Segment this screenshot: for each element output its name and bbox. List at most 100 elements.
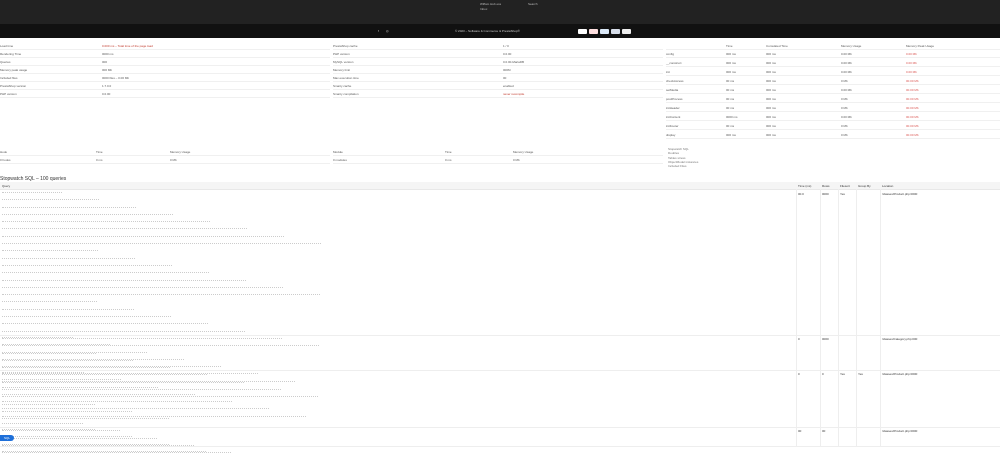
- stat-label: PrestaShop cache: [333, 44, 358, 48]
- query-sql-line: [2, 379, 121, 384]
- mastercard-icon: [589, 29, 598, 34]
- stat-value: never recompile: [503, 92, 525, 96]
- header-right-text[interactable]: Search: [528, 2, 538, 6]
- facebook-icon[interactable]: f: [378, 29, 379, 33]
- top-bar: Wiffam Hub ess Inbox Search: [0, 0, 1000, 24]
- header-line-2[interactable]: Inbox: [480, 7, 487, 11]
- timing-row: initHeader 00 ms 000 ms 0 Mb 00.00 Mb: [666, 104, 1000, 112]
- query-sql-line: [2, 228, 247, 233]
- timing-cell: 0.00 Mb: [841, 115, 852, 119]
- query-sql-line: [2, 301, 97, 306]
- timing-cell: 000 ms: [726, 70, 736, 74]
- query-sql-line: [2, 351, 147, 357]
- col-header: Hook: [0, 150, 8, 154]
- query-row: 0 0000/classes/Category.php:000: [0, 335, 1000, 382]
- col-header: Location: [882, 184, 894, 188]
- paypal-icon: [611, 29, 620, 34]
- timing-cell: 0.00 Mb: [906, 70, 917, 74]
- query-sql-line: [2, 316, 171, 321]
- hook-count: 0 hooks: [0, 158, 11, 162]
- query-sql-line: [2, 221, 210, 226]
- stat-label: Included files: [0, 76, 18, 80]
- query-location: /classes/Product.php:0000: [882, 192, 918, 196]
- timing-row: __construct 000 ms 000 ms 0.00 Mb 0.00 Mb: [666, 59, 1000, 67]
- query-sql-line: [2, 235, 284, 241]
- col-header: Memory Usage: [841, 44, 862, 48]
- stat-value: 0000 files – 0.00 Mb: [102, 76, 130, 80]
- timing-cell: 00.00 Mb: [906, 115, 919, 119]
- timing-cell: 00.00 Mb: [906, 133, 919, 137]
- timing-cell: 0 Mb: [841, 124, 848, 128]
- query-row: 0 0 Yes Yes/classes/Product.php:0000: [0, 370, 1000, 454]
- stat-value: 0.0.00: [503, 52, 512, 56]
- query-sql-line: [2, 450, 206, 456]
- query-rows: 0000: [822, 192, 829, 196]
- timing-cell: 00 ms: [726, 79, 735, 83]
- stat-label: Memory limit: [333, 68, 350, 72]
- visa-icon: [578, 29, 587, 34]
- query-sql-line: [2, 443, 169, 449]
- timing-cell: initHeader: [666, 106, 680, 110]
- section-links: Stopwatch SQL Doubles Tables stress Obje…: [668, 147, 698, 168]
- timing-row: config 000 ms 000 ms 0.00 Mb 0.00 Mb: [666, 50, 1000, 58]
- query-row: 00 00/classes/Product.php:0000: [0, 427, 1000, 452]
- query-sql-line: [2, 213, 173, 219]
- col-header: Time (ms): [798, 184, 812, 188]
- query-time: 0: [798, 337, 800, 341]
- col-header: Memory Usage: [513, 150, 534, 154]
- timing-cell: 00 ms: [726, 106, 735, 110]
- timing-row: display 000 ms 000 ms 0 Mb 00.00 Mb: [666, 131, 1000, 139]
- timing-cell: init: [666, 70, 670, 74]
- timing-cell: display: [666, 133, 676, 137]
- timing-row: init 000 ms 000 ms 0.00 Mb 0.00 Mb: [666, 68, 1000, 76]
- query-sql-line: [2, 344, 110, 349]
- timing-cell: 000 ms: [766, 61, 776, 65]
- amex-icon: [600, 29, 609, 34]
- query-sql-line: [2, 279, 246, 285]
- stat-value: 00: [503, 76, 507, 80]
- query-rows: 0000: [822, 337, 829, 341]
- timing-table: Time Cumulated Time Memory Usage Memory …: [666, 42, 1000, 140]
- timing-cell: config: [666, 52, 675, 56]
- query-row: 00.0 0000 Yes/classes/Product.php:0000: [0, 190, 1000, 420]
- query-sql-line: [2, 372, 84, 377]
- stat-label: PHP version: [333, 52, 350, 56]
- query-rows: 00: [822, 429, 826, 433]
- query-sql-line: [2, 294, 320, 299]
- query-sql-line: [2, 429, 95, 434]
- query-sql-line: [2, 415, 306, 421]
- query-time: 0: [798, 372, 800, 376]
- timing-cell: setMedia: [666, 88, 679, 92]
- query-sql-line: [2, 272, 209, 277]
- stat-label: MySQL version: [333, 60, 354, 64]
- query-filesort: Yes: [840, 192, 845, 196]
- query-sql-line: [2, 243, 321, 248]
- stat-label: PHP version: [0, 92, 17, 96]
- timing-cell: 0000 ms: [726, 115, 738, 119]
- timing-cell: 0 Mb: [841, 133, 848, 137]
- stat-value: 000M: [503, 68, 511, 72]
- stat-label: Max execution time: [333, 76, 359, 80]
- query-sql-line: [2, 308, 134, 314]
- module-memory: 0 Mb: [513, 158, 520, 162]
- timing-cell: 000 ms: [726, 61, 736, 65]
- hook-memory: 0 Mb: [170, 158, 177, 162]
- timing-cell: 00.00 Mb: [906, 106, 919, 110]
- stat-label: Smarty compilation: [333, 92, 359, 96]
- timing-cell: 000 ms: [766, 106, 776, 110]
- query-sql-line: [2, 408, 269, 413]
- card-icon: [622, 29, 631, 34]
- sql-badge[interactable]: SQL: [0, 435, 14, 441]
- timing-row: initFooter 00 ms 000 ms 0 Mb 00.00 Mb: [666, 122, 1000, 130]
- link-included-files[interactable]: Included Files: [668, 164, 698, 168]
- timing-cell: 0.00 Mb: [841, 88, 852, 92]
- hook-time: 0 ms: [96, 158, 103, 162]
- timing-cell: checkAccess: [666, 79, 684, 83]
- footer: f ◎ © 2023 – Software & Commerce & Prest…: [0, 24, 1000, 38]
- timing-cell: 0.00 Mb: [841, 70, 852, 74]
- instagram-icon[interactable]: ◎: [386, 29, 389, 33]
- timing-cell: 000 ms: [726, 133, 736, 137]
- timing-cell: initContent: [666, 115, 681, 119]
- stat-label: Smarty cache: [333, 84, 352, 88]
- copyright: © 2023 – Software & Commerce & PrestaSho…: [455, 29, 520, 33]
